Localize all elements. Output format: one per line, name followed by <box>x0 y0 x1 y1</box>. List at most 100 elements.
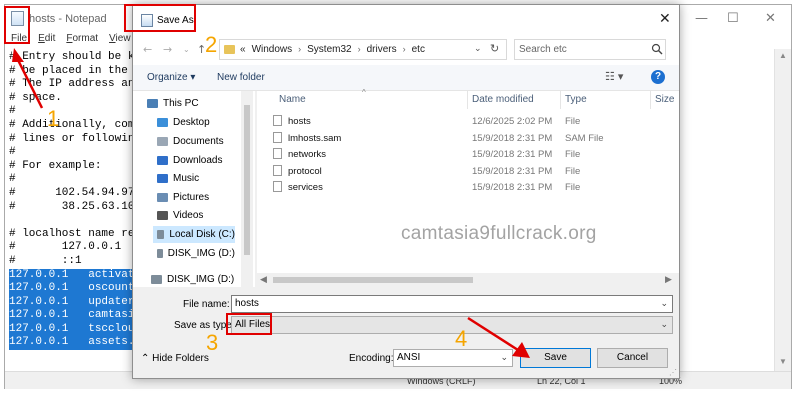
address-bar[interactable]: « Windows › System32 › drivers › etc ⌄ ↻ <box>219 39 507 60</box>
maximize-icon[interactable]: ☐ <box>727 11 739 26</box>
notepad-text-line: 127.0.0.1 assets. <box>9 336 139 351</box>
folder-icon <box>157 137 168 146</box>
nav-item-documents[interactable]: Documents <box>153 133 235 150</box>
menu-edit[interactable]: Edit <box>38 33 55 49</box>
file-name: services <box>288 182 323 193</box>
nav-item-this-pc[interactable]: This PC <box>143 95 235 112</box>
nav-item-label: Local Disk (C:) <box>169 229 235 240</box>
refresh-icon[interactable]: ↻ <box>490 42 499 55</box>
nav-item-label: Music <box>173 173 200 184</box>
nav-item-music[interactable]: Music <box>153 170 235 187</box>
notepad-text-line: # Additionally, comm <box>9 118 139 131</box>
column-header-name[interactable]: Name <box>279 94 306 105</box>
column-divider[interactable] <box>650 91 651 109</box>
search-input[interactable]: Search etc <box>514 39 666 60</box>
notepad-vertical-scrollbar[interactable]: ▲ ▼ <box>774 49 791 371</box>
nav-item-disk-img-d[interactable]: DISK_IMG (D:) <box>153 245 235 262</box>
close-icon[interactable]: ✕ <box>765 11 776 26</box>
chevron-up-icon: ⌃ <box>141 353 150 364</box>
file-row[interactable]: lmhosts.sam 15/9/2018 2:31 PM SAM File <box>257 130 679 146</box>
nav-item-videos[interactable]: Videos <box>153 207 235 224</box>
nav-item-label: This PC <box>163 98 199 109</box>
column-header-type[interactable]: Type <box>565 94 587 105</box>
scroll-up-icon[interactable]: ▲ <box>779 51 787 60</box>
navigation-pane: This PC Desktop Documents Downloads Music Pic… <box>133 91 255 287</box>
folder-icon <box>157 211 168 220</box>
encoding-select[interactable]: ANSI ⌄ <box>393 349 513 367</box>
notepad-text-line: 127.0.0.1 camtasi <box>9 309 139 323</box>
recent-locations-chevron-icon[interactable]: ⌄ <box>183 45 190 54</box>
nav-item-pictures[interactable]: Pictures <box>153 189 235 206</box>
breadcrumb-system32[interactable]: System32 <box>307 44 351 55</box>
nav-item-desktop[interactable]: Desktop <box>153 114 235 131</box>
breadcrumb: « Windows › System32 › drivers › etc <box>240 44 425 55</box>
file-row[interactable]: networks 15/9/2018 2:31 PM File <box>257 146 679 162</box>
breadcrumb-etc[interactable]: etc <box>412 44 425 55</box>
breadcrumb-drivers[interactable]: drivers <box>367 44 397 55</box>
column-header-date-modified[interactable]: Date modified <box>472 94 534 105</box>
annotation-box-file-menu <box>4 6 30 44</box>
scroll-left-icon[interactable]: ◀ <box>260 274 267 285</box>
notepad-text-line: # 38.25.63.10 <box>9 200 135 213</box>
save-as-type-select[interactable]: All Files ⌄ <box>231 316 673 334</box>
file-icon <box>273 164 282 176</box>
menu-format[interactable]: Format <box>66 33 98 49</box>
folder-icon <box>157 193 168 202</box>
nav-item-downloads[interactable]: Downloads <box>153 152 235 169</box>
watermark-text: camtasia9fullcrack.org <box>401 223 597 244</box>
scrollbar-thumb[interactable] <box>273 277 473 283</box>
menu-view[interactable]: View <box>109 33 131 49</box>
notepad-text-line: # space. <box>9 91 62 104</box>
file-type: File <box>565 149 581 160</box>
file-row[interactable]: protocol 15/9/2018 2:31 PM File <box>257 163 679 179</box>
nav-item-disk-img-d[interactable]: DISK_IMG (D:) <box>147 271 235 288</box>
organize-button[interactable]: Organize ▾ <box>147 72 195 83</box>
notepad-text-line <box>9 214 139 228</box>
notepad-text-area[interactable]: # Entry should be ke # be placed in the f… <box>9 51 139 359</box>
nav-item-label: DISK_IMG (D:) <box>167 274 235 285</box>
new-folder-button[interactable]: New folder <box>217 72 265 83</box>
file-date-modified: 15/9/2018 2:31 PM <box>472 132 553 144</box>
view-options-icon[interactable]: ☷ ▾ <box>605 70 623 83</box>
file-icon <box>273 115 282 126</box>
column-divider[interactable] <box>560 91 561 109</box>
nav-item-local-disk-c[interactable]: Local Disk (C:) <box>153 226 235 243</box>
save-button[interactable]: Save <box>520 348 591 368</box>
navigation-pane-scrollbar[interactable] <box>241 91 253 287</box>
nav-item-label: Desktop <box>173 117 210 128</box>
file-type: File <box>565 165 581 177</box>
minimize-icon[interactable]: — <box>695 11 708 26</box>
dialog-close-icon[interactable]: ✕ <box>659 11 671 27</box>
file-name-value: hosts <box>235 298 259 309</box>
search-placeholder: Search etc <box>519 44 567 55</box>
breadcrumb-separator-icon: › <box>402 44 406 54</box>
horizontal-scrollbar[interactable]: ◀ ▶ <box>257 273 679 287</box>
file-row[interactable]: hosts 12/6/2025 2:02 PM File <box>257 113 679 129</box>
file-date-modified: 15/9/2018 2:31 PM <box>472 165 553 177</box>
hide-folders-button[interactable]: ⌃ Hide Folders <box>141 353 209 364</box>
cancel-button[interactable]: Cancel <box>597 348 668 368</box>
notepad-text-line: # 127.0.0.1 <box>9 241 122 254</box>
help-icon[interactable]: ? <box>651 70 665 84</box>
breadcrumb-overflow[interactable]: « <box>240 44 246 55</box>
column-header-size[interactable]: Size <box>655 94 674 105</box>
chevron-down-icon: ⌄ <box>500 352 508 362</box>
back-arrow-icon[interactable]: ← <box>143 43 152 56</box>
file-icon <box>273 181 282 192</box>
notepad-text-line: # Entry should be ke <box>9 51 139 63</box>
column-divider[interactable] <box>467 91 468 109</box>
file-icon <box>273 148 282 159</box>
address-dropdown-icon[interactable]: ⌄ <box>474 43 482 54</box>
forward-arrow-icon[interactable]: → <box>163 43 172 56</box>
notepad-text-line: # <box>9 173 16 186</box>
file-row[interactable]: services 15/9/2018 2:31 PM File <box>257 179 679 195</box>
file-list: ^ Name Date modified Type Size hosts 12/6… <box>257 88 679 287</box>
scroll-right-icon[interactable]: ▶ <box>665 274 672 285</box>
file-name-input[interactable]: hosts ⌄ <box>231 295 673 313</box>
resize-grip-icon[interactable]: ⋰ <box>669 368 677 377</box>
breadcrumb-windows[interactable]: Windows <box>252 44 293 55</box>
annotation-box-save-as-type <box>226 313 272 335</box>
scrollbar-thumb[interactable] <box>244 105 250 255</box>
scroll-down-icon[interactable]: ▼ <box>779 357 787 366</box>
file-name-dropdown-icon[interactable]: ⌄ <box>660 298 668 309</box>
